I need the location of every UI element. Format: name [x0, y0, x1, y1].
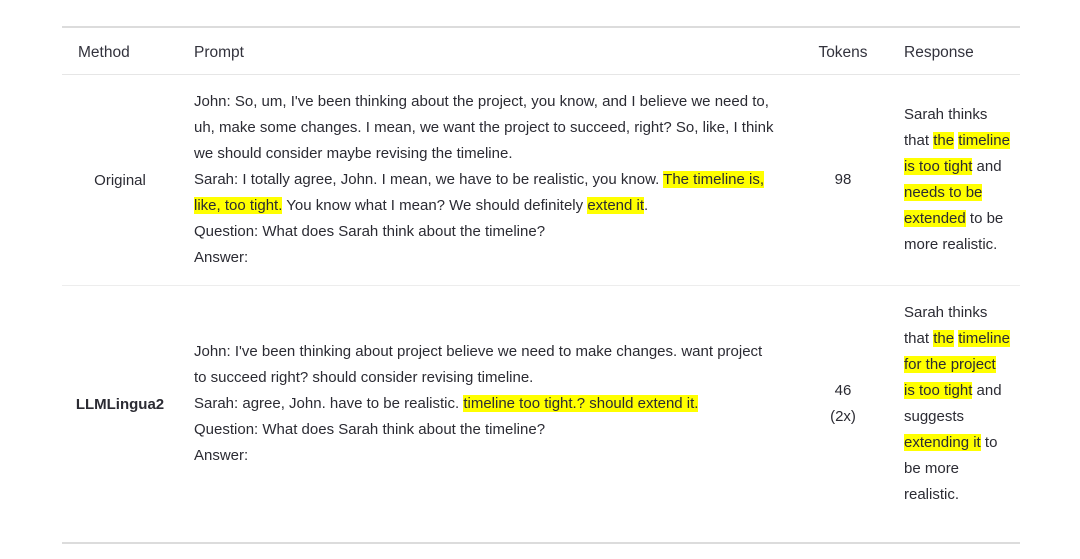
column-header-prompt-label: Prompt	[194, 44, 244, 61]
highlighted-text: The timeline is, like, too tight.	[194, 171, 765, 214]
response-text-llmlingua2: Sarah thinks that the timeline for the p…	[904, 304, 1010, 503]
highlighted-text: the	[933, 330, 955, 347]
highlighted-text: timeline too tight.? should extend it.	[463, 395, 699, 412]
column-header-tokens: Tokens	[798, 24, 888, 75]
prompt-line: Sarah: agree, John. have to be realistic…	[194, 395, 699, 412]
prompt-line: Answer:	[194, 447, 249, 464]
method-comparison-table: Method Prompt Tokens Response Original J…	[62, 24, 1020, 522]
cell-prompt-llmlingua2: John: I've been thinking about project b…	[178, 286, 798, 523]
cell-prompt-original: John: So, um, I've been thinking about t…	[178, 74, 798, 286]
highlighted-text: needs to be extended	[904, 184, 983, 227]
prompt-line: John: So, um, I've been thinking about t…	[194, 93, 774, 162]
highlighted-text: the	[933, 132, 955, 149]
table-body: Original John: So, um, I've been thinkin…	[62, 74, 1020, 523]
prompt-line: Answer:	[194, 249, 249, 266]
prompt-text-original: John: So, um, I've been thinking about t…	[194, 89, 776, 271]
token-count: 46	[834, 382, 852, 399]
method-label: LLMLingua2	[75, 395, 165, 413]
highlighted-text: extend it	[587, 197, 645, 214]
column-header-tokens-label: Tokens	[818, 44, 868, 61]
cell-tokens-original: 98	[798, 74, 888, 286]
table-row: Original John: So, um, I've been thinkin…	[62, 74, 1020, 286]
column-header-response-label: Response	[904, 44, 974, 61]
cell-response-original: Sarah thinks that the timeline is too ti…	[888, 74, 1020, 286]
cell-method-llmlingua2: LLMLingua2	[62, 286, 178, 523]
prompt-line: Sarah: I totally agree, John. I mean, we…	[194, 171, 765, 214]
prompt-text-llmlingua2: John: I've been thinking about project b…	[194, 339, 776, 469]
table-header: Method Prompt Tokens Response	[62, 24, 1020, 75]
prompt-line: John: I've been thinking about project b…	[194, 343, 763, 386]
cell-response-llmlingua2: Sarah thinks that the timeline for the p…	[888, 286, 1020, 523]
table-row: LLMLingua2 John: I've been thinking abou…	[62, 286, 1020, 523]
column-header-method-label: Method	[78, 44, 130, 61]
table-container: Method Prompt Tokens Response Original J…	[62, 24, 1020, 522]
table-bottom-rule	[62, 542, 1020, 544]
method-label: Original	[94, 171, 146, 189]
highlighted-text: extending it	[904, 434, 981, 451]
column-header-prompt: Prompt	[178, 24, 798, 75]
table-header-row: Method Prompt Tokens Response	[62, 24, 1020, 75]
cell-tokens-llmlingua2: 46 (2x)	[798, 286, 888, 523]
response-text-original: Sarah thinks that the timeline is too ti…	[904, 106, 1010, 253]
column-header-response: Response	[888, 24, 1020, 75]
cell-method-original: Original	[62, 74, 178, 286]
prompt-line: Question: What does Sarah think about th…	[194, 421, 546, 438]
highlighted-text: timeline for the project is too tight	[904, 330, 1010, 399]
token-count: 98	[834, 171, 852, 188]
comparison-table-figure: Method Prompt Tokens Response Original J…	[0, 0, 1080, 559]
highlighted-text: timeline is too tight	[904, 132, 1010, 175]
column-header-method: Method	[62, 24, 178, 75]
prompt-line: Question: What does Sarah think about th…	[194, 223, 546, 240]
token-note: (2x)	[830, 408, 856, 425]
